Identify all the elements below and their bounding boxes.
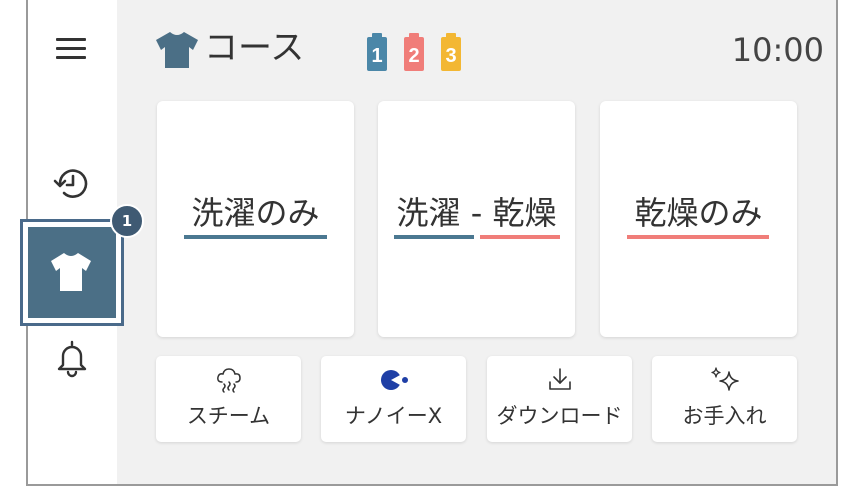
steam-button[interactable]: スチーム bbox=[156, 356, 301, 442]
history-icon[interactable] bbox=[52, 164, 92, 204]
course-card-wash-dry[interactable]: 洗濯 - 乾燥 bbox=[378, 101, 575, 337]
nanoe-label: ナノイーX bbox=[344, 404, 443, 428]
tag-3-icon: 3 bbox=[441, 33, 461, 71]
dry-indicator bbox=[627, 235, 769, 239]
steam-icon bbox=[216, 368, 241, 393]
dry-indicator bbox=[480, 235, 560, 239]
download-icon bbox=[548, 368, 571, 390]
tag-1-icon: 1 bbox=[367, 33, 387, 71]
tag-2-label: 2 bbox=[408, 45, 419, 67]
care-label: お手入れ bbox=[682, 404, 767, 428]
download-label: ダウンロード bbox=[496, 404, 623, 428]
course-label: 洗濯 - 乾燥 bbox=[396, 194, 557, 232]
course-label: 洗濯のみ bbox=[191, 194, 320, 232]
course-card-wash-only[interactable]: 洗濯のみ bbox=[157, 101, 354, 337]
steam-label: スチーム bbox=[186, 404, 271, 428]
course-label: 乾燥のみ bbox=[634, 194, 763, 232]
course-card-dry-only[interactable]: 乾燥のみ bbox=[600, 101, 797, 337]
tag-1-label: 1 bbox=[371, 45, 382, 67]
nanoe-button[interactable]: ナノイーX bbox=[321, 356, 466, 442]
tag-2-icon: 2 bbox=[404, 33, 424, 71]
page-title: コース bbox=[204, 28, 305, 68]
care-button[interactable]: お手入れ bbox=[652, 356, 797, 442]
download-button[interactable]: ダウンロード bbox=[487, 356, 632, 442]
nanoe-icon bbox=[380, 370, 408, 390]
shirt-icon bbox=[156, 32, 198, 68]
wash-indicator bbox=[394, 235, 474, 239]
notification-badge: 1 bbox=[110, 204, 144, 238]
bell-icon[interactable] bbox=[52, 338, 92, 378]
clock: 10:00 bbox=[731, 31, 824, 69]
sparkle-icon bbox=[710, 367, 739, 391]
menu-icon[interactable] bbox=[56, 38, 86, 62]
wash-indicator bbox=[184, 235, 327, 239]
shirt-icon bbox=[51, 253, 91, 291]
tag-3-label: 3 bbox=[445, 45, 456, 67]
